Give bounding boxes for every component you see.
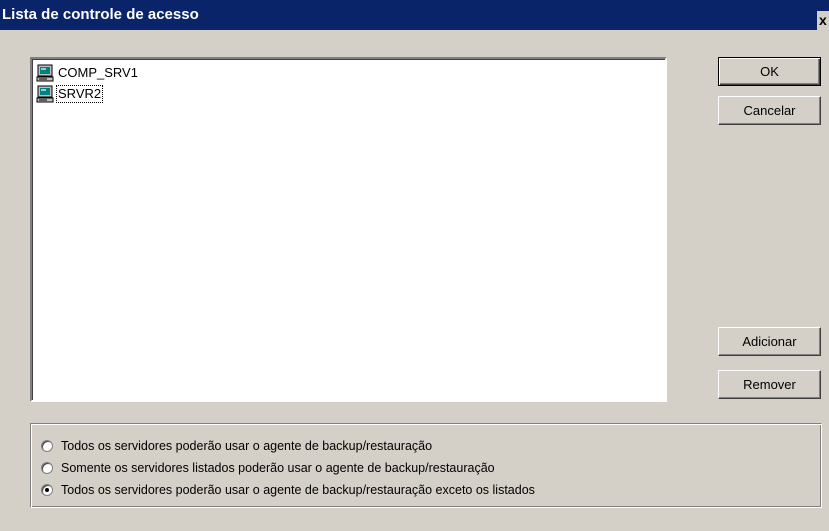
radio-button-selected[interactable] [41,484,53,496]
server-listbox[interactable]: COMP_SRV1 SRVR2 [30,57,667,402]
radio-button[interactable] [41,462,53,474]
computer-icon [36,64,54,82]
list-item-label: SRVR2 [55,85,104,103]
cancel-button[interactable]: Cancelar [718,96,821,125]
ok-button[interactable]: OK [718,57,821,86]
access-options-group: Todos os servidores poderão usar o agent… [30,423,822,508]
remove-button[interactable]: Remover [718,370,821,399]
close-button[interactable]: x [817,11,829,30]
list-item-label: COMP_SRV1 [58,65,138,80]
list-item-srvr2[interactable]: SRVR2 [36,84,104,104]
radio-button[interactable] [41,440,53,452]
window-title: Lista de controle de acesso [2,6,199,23]
title-bar[interactable]: Lista de controle de acesso x [0,0,829,30]
close-icon: x [819,12,827,28]
radio-option-listed-only[interactable]: Somente os servidores listados poderão u… [41,459,495,477]
radio-option-label: Todos os servidores poderão usar o agent… [61,439,433,453]
radio-option-all-except-listed[interactable]: Todos os servidores poderão usar o agent… [41,481,535,499]
radio-option-all-servers[interactable]: Todos os servidores poderão usar o agent… [41,437,432,455]
radio-option-label: Somente os servidores listados poderão u… [61,461,495,475]
list-item-comp-srv1[interactable]: COMP_SRV1 [36,63,139,83]
add-button[interactable]: Adicionar [718,327,821,356]
radio-option-label: Todos os servidores poderão usar o agent… [61,483,535,497]
computer-icon [36,85,54,103]
access-control-dialog: Lista de controle de acesso x COMP_SRV1 [0,0,829,531]
